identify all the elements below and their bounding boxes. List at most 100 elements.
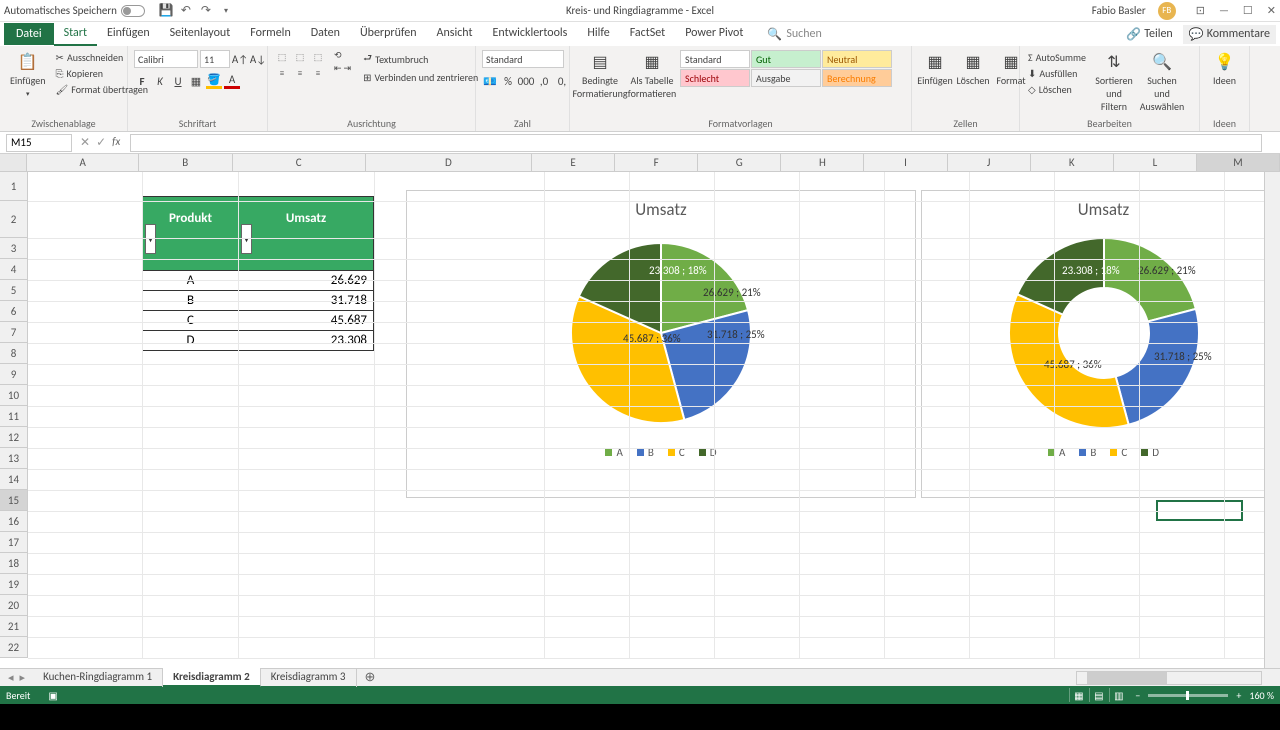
tab-daten[interactable]: Daten — [301, 22, 350, 46]
user-avatar[interactable]: FB — [1158, 2, 1176, 20]
close-icon[interactable]: ✕ — [1267, 4, 1276, 17]
col-header[interactable]: J — [948, 154, 1031, 171]
row-header[interactable]: 19 — [0, 574, 28, 595]
maximize-icon[interactable]: ☐ — [1243, 4, 1253, 17]
filter-icon[interactable]: ▾ — [241, 224, 252, 254]
data-table[interactable]: Produkt▾ Umsatz▾ A26.629B31.718C45.687D2… — [142, 196, 374, 351]
row-header[interactable]: 10 — [0, 385, 28, 406]
row-header[interactable]: 15 — [0, 490, 28, 511]
normal-view-icon[interactable]: ▦ — [1069, 688, 1087, 702]
indent-inc-button[interactable]: ⇥ — [344, 63, 352, 74]
row-header[interactable]: 5 — [0, 280, 28, 301]
row-header[interactable]: 20 — [0, 595, 28, 616]
col-header[interactable]: K — [1031, 154, 1114, 171]
page-break-icon[interactable]: ▥ — [1109, 688, 1127, 702]
indent-dec-button[interactable]: ⇤ — [334, 63, 342, 74]
doughnut-chart[interactable]: Umsatz 26.629 ; 21% 31.718 ; 25% 45.687 … — [921, 190, 1280, 498]
font-size-select[interactable]: 11 — [200, 50, 230, 68]
font-name-select[interactable]: Calibri — [134, 50, 198, 68]
autosave-toggle[interactable]: Automatisches Speichern — [4, 4, 145, 17]
dec-decimal-button[interactable]: 0, — [554, 73, 570, 89]
sheet-tab[interactable]: Kreisdiagramm 2 — [163, 668, 261, 687]
minimize-icon[interactable]: — — [1219, 4, 1229, 17]
col-header[interactable]: G — [698, 154, 781, 171]
tab-einfügen[interactable]: Einfügen — [97, 22, 160, 46]
col-header[interactable]: E — [532, 154, 615, 171]
wrap-text-button[interactable]: ⮐ Textumbruch — [361, 50, 480, 69]
spreadsheet-grid[interactable]: ABCDEFGHIJKLM 12345678910111213141516171… — [0, 154, 1280, 668]
tab-next-icon[interactable]: ▸ — [20, 671, 26, 684]
sheet-tab[interactable]: Kreisdiagramm 3 — [261, 668, 357, 687]
row-header[interactable]: 14 — [0, 469, 28, 490]
row-header[interactable]: 17 — [0, 532, 28, 553]
borders-button[interactable]: ▦ — [188, 73, 204, 89]
row-header[interactable]: 9 — [0, 364, 28, 385]
col-header[interactable]: M — [1197, 154, 1280, 171]
table-row[interactable]: C45.687 — [143, 310, 373, 330]
row-header[interactable]: 7 — [0, 322, 28, 343]
col-header[interactable]: D — [366, 154, 532, 171]
paste-button[interactable]: 📋Einfügen▾ — [6, 50, 50, 100]
tab-prev-icon[interactable]: ◂ — [8, 671, 14, 684]
pie-chart[interactable]: Umsatz 26.629 ; 21% 31.718 ; 25% 45.687 … — [406, 190, 916, 498]
cancel-formula-icon[interactable]: ✕ — [80, 135, 90, 150]
currency-button[interactable]: 💶 — [482, 73, 498, 89]
page-layout-icon[interactable]: ▤ — [1089, 688, 1107, 702]
conditional-format-button[interactable]: ▤Bedingte Formatierung — [576, 50, 624, 102]
number-format-select[interactable]: Standard — [482, 50, 564, 68]
zoom-in-icon[interactable]: + — [1236, 689, 1241, 702]
row-header[interactable]: 13 — [0, 448, 28, 469]
delete-cells-button[interactable]: ▦Löschen — [956, 50, 990, 89]
redo-icon[interactable]: ↷ — [199, 4, 213, 18]
name-box[interactable]: M15 — [6, 134, 72, 152]
qat-more-icon[interactable]: ▾ — [219, 4, 233, 18]
increase-font-icon[interactable]: A↑ — [232, 51, 248, 67]
col-header[interactable]: B — [139, 154, 233, 171]
italic-button[interactable]: K — [152, 73, 168, 89]
comments-button[interactable]: 💬Kommentare — [1183, 25, 1276, 44]
table-row[interactable]: D23.308 — [143, 330, 373, 350]
bold-button[interactable]: F — [134, 73, 150, 89]
zoom-out-icon[interactable]: − — [1135, 689, 1140, 702]
zoom-slider[interactable] — [1148, 694, 1228, 697]
merge-button[interactable]: ⊞ Verbinden und zentrieren — [361, 70, 480, 85]
fill-color-button[interactable]: 🪣 — [206, 73, 222, 89]
save-icon[interactable]: 💾 — [159, 4, 173, 18]
tab-ansicht[interactable]: Ansicht — [427, 22, 483, 46]
sort-filter-button[interactable]: ⇅Sortieren und Filtern — [1092, 50, 1136, 115]
row-header[interactable]: 4 — [0, 259, 28, 280]
formula-bar[interactable] — [130, 134, 1262, 152]
row-header[interactable]: 22 — [0, 637, 28, 658]
tab-power pivot[interactable]: Power Pivot — [675, 22, 753, 46]
tab-file[interactable]: Datei — [4, 23, 54, 45]
col-header[interactable]: H — [781, 154, 864, 171]
insert-cells-button[interactable]: ▦Einfügen — [918, 50, 952, 89]
row-header[interactable]: 6 — [0, 301, 28, 322]
tab-überprüfen[interactable]: Überprüfen — [350, 22, 427, 46]
row-header[interactable]: 3 — [0, 238, 28, 259]
user-name[interactable]: Fabio Basler — [1092, 4, 1146, 17]
row-header[interactable]: 21 — [0, 616, 28, 637]
clear-button[interactable]: ◇ Löschen — [1026, 82, 1088, 97]
row-header[interactable]: 8 — [0, 343, 28, 364]
row-header[interactable]: 18 — [0, 553, 28, 574]
col-header[interactable]: I — [864, 154, 947, 171]
fx-icon[interactable]: fx — [112, 135, 120, 150]
col-header[interactable]: L — [1114, 154, 1197, 171]
select-all-corner[interactable] — [0, 154, 27, 171]
alignment-grid[interactable]: ⬚⬚⬚≡≡≡ — [274, 50, 326, 80]
table-format-button[interactable]: ▦Als Tabelle formatieren — [628, 50, 676, 102]
share-button[interactable]: 🔗Teilen — [1120, 25, 1179, 44]
row-header[interactable]: 12 — [0, 427, 28, 448]
confirm-formula-icon[interactable]: ✓ — [96, 135, 106, 150]
ribbon-options-icon[interactable]: ⊡ — [1196, 4, 1205, 17]
row-header[interactable]: 2 — [0, 201, 28, 238]
add-sheet-button[interactable]: ⊕ — [357, 670, 384, 685]
row-header[interactable]: 1 — [0, 172, 28, 201]
tab-entwicklertools[interactable]: Entwicklertools — [483, 22, 578, 46]
tab-seitenlayout[interactable]: Seitenlayout — [160, 22, 241, 46]
cell-styles[interactable]: Standard Gut Neutral Schlecht Ausgabe Be… — [680, 50, 892, 87]
undo-icon[interactable]: ↶ — [179, 4, 193, 18]
percent-button[interactable]: % — [500, 73, 516, 89]
fill-button[interactable]: ⬇ Ausfüllen — [1026, 66, 1088, 81]
